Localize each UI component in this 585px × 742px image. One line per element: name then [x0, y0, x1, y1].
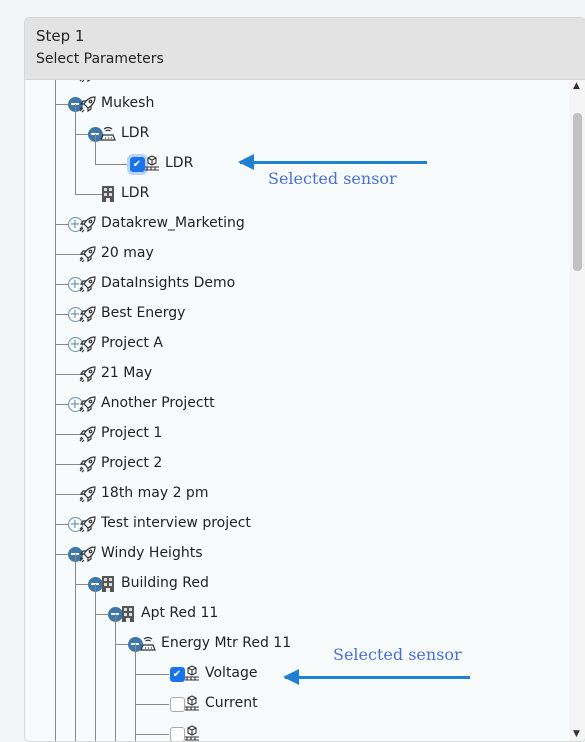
tree-node[interactable]: Mukesh [25, 89, 555, 119]
building-icon [119, 605, 137, 623]
tree-connector [135, 644, 136, 741]
tree-node-label: 21 May [101, 365, 153, 381]
tree-node[interactable]: Project 2 [25, 449, 555, 479]
tree-connector [115, 614, 116, 741]
tree-node[interactable]: Windy Heights [25, 539, 555, 569]
rocket-icon [79, 545, 97, 563]
tree-node-label: Project A [101, 335, 163, 351]
tree-connector [75, 554, 76, 741]
annotation-label: Selected sensor [268, 169, 397, 188]
tree-node[interactable]: 21 May [25, 359, 555, 389]
tree-node-label: Project 2 [101, 455, 163, 471]
tree-node[interactable]: Energy Mtr Red 11 [25, 629, 555, 659]
tree-node-label: LDR [165, 155, 194, 171]
tree-connector [95, 584, 96, 741]
rocket-icon [79, 245, 97, 263]
rocket-icon [79, 305, 97, 323]
tree-node-label: DataInsights Demo [101, 275, 236, 291]
rocket-icon [79, 95, 97, 113]
tree-node[interactable]: Current [25, 689, 555, 719]
tree-node-label: Datakrew_Marketing [101, 215, 245, 231]
tree-node-label: Building Red [121, 575, 209, 591]
sensor-icon [183, 725, 201, 741]
tree-node[interactable]: Building Red [25, 569, 555, 599]
tree-node[interactable]: + Test interview project [25, 509, 555, 539]
rocket-icon [79, 515, 97, 533]
tree-node-label: Windy Heights [101, 545, 203, 561]
router-icon [139, 635, 157, 653]
tree-node[interactable]: 20 may [25, 239, 555, 269]
scroll-up-icon[interactable]: ▲ [573, 81, 580, 91]
building-icon [99, 185, 117, 203]
building-icon [99, 575, 117, 593]
tree-node-label: 20 may [101, 245, 154, 261]
rocket-icon [79, 335, 97, 353]
select-parameters-panel: Step 1 Select Parameters Version Project… [24, 17, 585, 742]
rocket-icon [79, 365, 97, 383]
tree-node[interactable] [25, 719, 555, 741]
sensor-icon [183, 695, 201, 713]
scrollbar[interactable]: ▲ ▼ [569, 79, 585, 741]
tree-node[interactable]: + Another Projectt [25, 389, 555, 419]
rocket-icon [79, 275, 97, 293]
tree-node[interactable]: Apt Red 11 [25, 599, 555, 629]
annotation-arrow [238, 154, 427, 170]
router-icon [99, 125, 117, 143]
tree-node-label: Best Energy [101, 305, 186, 321]
tree-node[interactable]: + Datakrew_Marketing [25, 209, 555, 239]
scrollbar-thumb[interactable] [573, 113, 582, 271]
tree-node-label: Voltage [205, 665, 258, 681]
tree-node[interactable]: LDR [25, 119, 555, 149]
step-subtitle: Select Parameters [36, 51, 164, 67]
scroll-down-icon[interactable]: ▼ [573, 729, 580, 739]
step-title: Step 1 [36, 27, 85, 45]
tree-node-label: Apt Red 11 [141, 605, 219, 621]
tree-node-label: Test interview project [101, 515, 251, 531]
tree-node-label: LDR [121, 185, 150, 201]
tree-node-label: Mukesh [101, 95, 155, 111]
tree-node[interactable]: + Project A [25, 329, 555, 359]
tree-node-label: Energy Mtr Red 11 [161, 635, 292, 651]
rocket-icon [79, 215, 97, 233]
parameter-tree: Version ProjectMukeshLDR✔LDRLDR+Datakrew… [25, 18, 557, 741]
rocket-icon [79, 455, 97, 473]
rocket-icon [79, 425, 97, 443]
sensor-icon [143, 155, 161, 173]
rocket-icon [79, 485, 97, 503]
tree-node[interactable]: 18th may 2 pm [25, 479, 555, 509]
annotation-label: Selected sensor [333, 645, 462, 664]
step-header: Step 1 Select Parameters [25, 18, 585, 80]
tree-node-label: Current [205, 695, 258, 711]
sensor-icon [183, 665, 201, 683]
tree-node-label: Another Projectt [101, 395, 215, 411]
tree-node[interactable]: Project 1 [25, 419, 555, 449]
tree-node[interactable]: + Best Energy [25, 299, 555, 329]
tree-node-label: LDR [121, 125, 150, 141]
tree-node-label: 18th may 2 pm [101, 485, 209, 501]
tree-node-label: Project 1 [101, 425, 163, 441]
annotation-arrow [283, 669, 470, 685]
tree-node[interactable]: + DataInsights Demo [25, 269, 555, 299]
rocket-icon [79, 395, 97, 413]
